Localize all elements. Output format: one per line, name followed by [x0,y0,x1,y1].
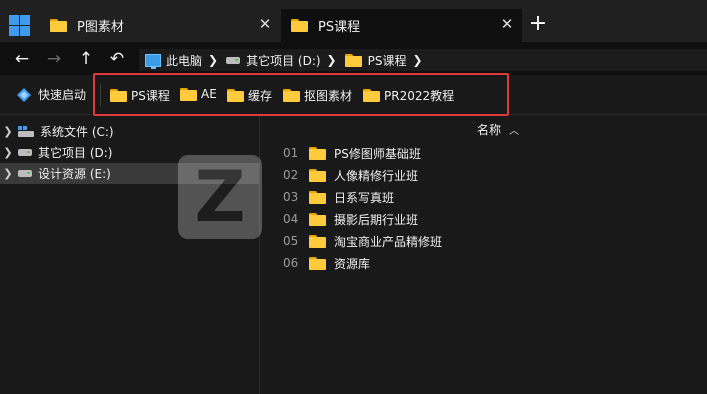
folder-icon [309,212,326,226]
quick-launch-icon [17,87,31,102]
item-name: 淘宝商业产品精修班 [334,234,443,249]
folder-icon [309,190,326,204]
forward-arrow-icon[interactable]: → [44,49,64,69]
file-list: 名称 ︿ 01 PS修图师基础班 02 人像精修行业班 03 日系写真班 04 … [261,116,707,394]
drive-icon [18,170,32,177]
item-number: 01 [283,146,299,160]
item-number: 05 [283,234,299,248]
navigation-tree: ❯ 系统文件 (C:) ❯ 其它项目 (D:) ❯ 设计资源 (E:) [0,116,260,394]
list-item[interactable]: 02 人像精修行业班 [283,165,418,185]
chevron-right-icon[interactable]: ❯ [327,53,337,67]
item-name: PS修图师基础班 [334,146,421,161]
quick-access-bar: 快速启动 PS课程 AE 缓存 抠图素材 PR2022教程 [0,75,707,115]
chevron-right-icon[interactable]: ❯ [412,53,422,67]
drive-icon [18,149,32,156]
folder-icon [309,168,326,182]
quick-item-label: 抠图素材 [304,89,353,103]
divider [100,84,101,106]
navigation-bar: ← → ↑ ↶ 此电脑 ❯ 其它项目 (D:) ❯ PS课程 ❯ [0,42,707,75]
quick-item-label: PS课程 [131,89,170,103]
column-header-label: 名称 [477,123,502,137]
folder-icon [291,19,308,32]
tab-p-image-material[interactable]: P图素材 ✕ [40,9,280,42]
refresh-icon[interactable]: ↶ [107,49,127,69]
folder-icon [227,89,244,102]
item-name: 摄影后期行业班 [334,212,419,227]
windows-logo-icon[interactable] [9,15,30,36]
folder-icon [180,87,197,101]
folder-icon [309,234,326,248]
tab-label: P图素材 [77,20,124,35]
system-drive-icon [18,126,34,137]
quick-item-label: PR2022教程 [384,89,455,103]
tree-item-label: 其它项目 (D:) [38,146,113,160]
breadcrumb-ps-course[interactable]: PS课程 ❯ [344,52,423,69]
new-tab-button[interactable]: + [528,13,548,36]
back-arrow-icon[interactable]: ← [12,49,32,69]
folder-icon [309,256,326,270]
quick-item-ae[interactable]: AE [180,87,217,101]
tree-item-drive-e[interactable]: ❯ 设计资源 (E:) [0,163,259,184]
tree-item-drive-d[interactable]: ❯ 其它项目 (D:) [0,142,259,163]
tree-item-label: 设计资源 (E:) [38,167,111,181]
folder-icon [309,146,326,160]
quick-launch-label: 快速启动 [38,88,87,102]
chevron-right-icon[interactable]: ❯ [208,53,218,67]
chevron-right-icon[interactable]: ❯ [0,125,18,138]
item-name: 人像精修行业班 [334,168,419,183]
column-header-name[interactable]: 名称 ︿ [477,121,519,138]
computer-icon [145,53,161,69]
tree-item-label: 系统文件 (C:) [40,125,114,139]
quick-item-label: AE [201,87,217,101]
title-bar: P图素材 ✕ PS课程 ✕ + [0,0,707,42]
quick-item-cutout-material[interactable]: 抠图素材 [283,87,352,104]
drive-icon [226,56,241,64]
breadcrumb-label: PS课程 [367,53,407,68]
folder-icon [344,53,362,67]
item-name: 日系写真班 [334,190,395,205]
tree-item-drive-c[interactable]: ❯ 系统文件 (C:) [0,121,259,142]
chevron-right-icon[interactable]: ❯ [0,146,18,159]
quick-item-pr2022-tutorial[interactable]: PR2022教程 [363,87,454,104]
close-icon[interactable]: ✕ [258,17,272,32]
list-item[interactable]: 04 摄影后期行业班 [283,209,418,229]
quick-item-label: 缓存 [248,89,273,103]
folder-icon [363,89,380,102]
up-arrow-icon[interactable]: ↑ [76,49,96,69]
list-item[interactable]: 06 资源库 [283,253,370,273]
close-icon[interactable]: ✕ [500,17,514,32]
tab-label: PS课程 [318,20,361,35]
address-bar[interactable]: 此电脑 ❯ 其它项目 (D:) ❯ PS课程 ❯ [139,49,707,71]
folder-icon [283,89,300,102]
breadcrumb-label: 此电脑 [166,53,203,68]
folder-icon [50,19,67,32]
item-number: 06 [283,256,299,270]
list-item[interactable]: 01 PS修图师基础班 [283,143,421,163]
tab-ps-course[interactable]: PS课程 ✕ [281,9,522,42]
quick-item-cache[interactable]: 缓存 [227,87,272,104]
breadcrumb-drive-d[interactable]: 其它项目 (D:) ❯ [226,52,337,69]
item-number: 03 [283,190,299,204]
quick-launch-button[interactable]: 快速启动 [16,86,86,103]
item-number: 02 [283,168,299,182]
breadcrumb-label: 其它项目 (D:) [246,53,321,68]
list-item[interactable]: 03 日系写真班 [283,187,394,207]
breadcrumb-this-pc[interactable]: 此电脑 ❯ [145,52,218,69]
item-name: 资源库 [334,256,371,271]
item-number: 04 [283,212,299,226]
quick-item-ps-course[interactable]: PS课程 [110,87,170,104]
sort-ascending-icon: ︿ [509,126,520,137]
chevron-right-icon[interactable]: ❯ [0,167,18,180]
folder-icon [110,89,127,102]
list-item[interactable]: 05 淘宝商业产品精修班 [283,231,442,251]
